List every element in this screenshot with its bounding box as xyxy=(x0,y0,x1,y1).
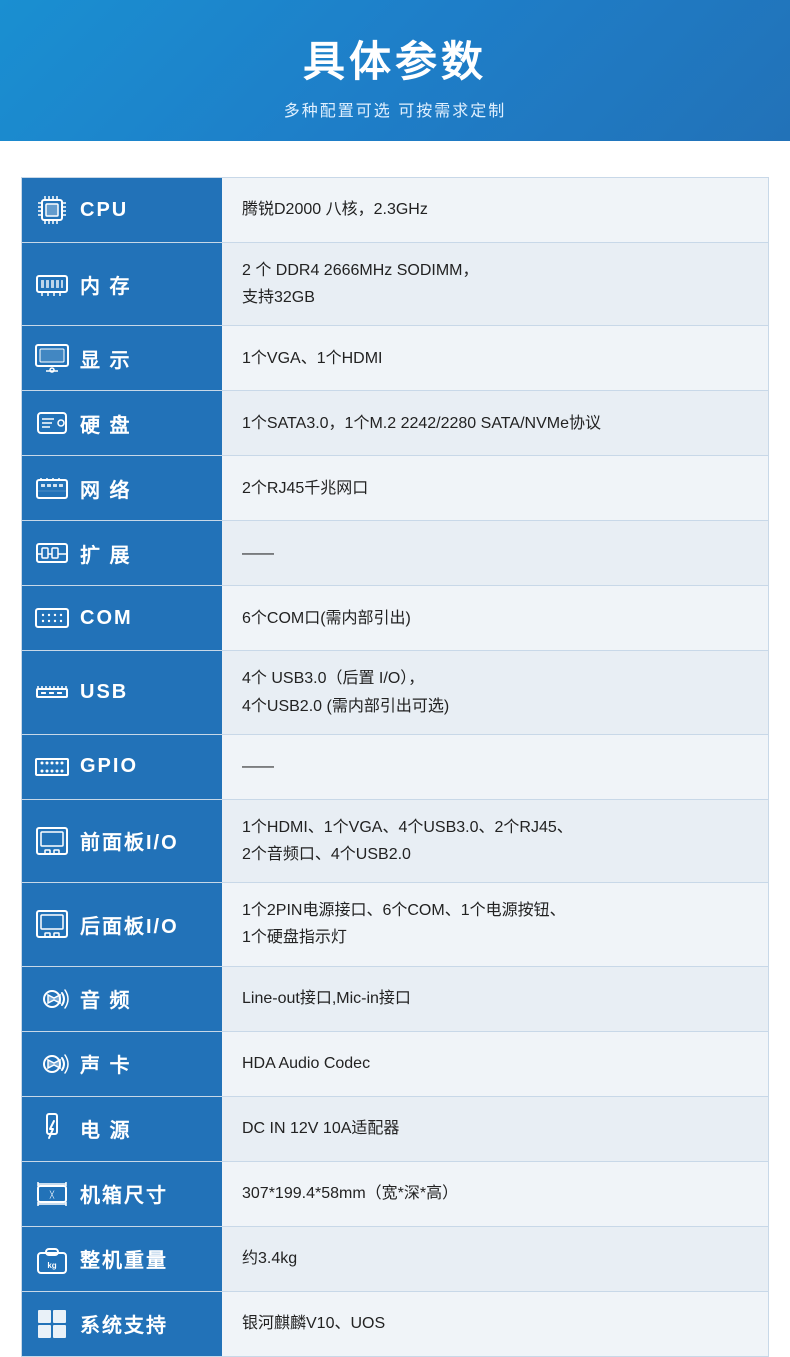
spec-row-power: 电 源 DC IN 12V 10A适配器 xyxy=(22,1097,768,1162)
spec-value-memory: 2 个 DDR4 2666MHz SODIMM，支持32GB xyxy=(222,243,768,325)
spec-label-soundcard: 声 卡 xyxy=(22,1032,222,1096)
spec-label-text-com: COM xyxy=(80,607,133,630)
spec-label-text-power: 电 源 xyxy=(80,1114,132,1143)
spec-label-display: 显 示 xyxy=(22,326,222,390)
display-icon xyxy=(32,338,72,378)
reario-icon xyxy=(32,904,72,944)
spec-value-gpio: —— xyxy=(222,735,768,799)
spec-row-usb: USB 4个 USB3.0（后置 I/O），4个USB2.0 (需内部引出可选) xyxy=(22,651,768,734)
spec-value-cpu: 腾锐D2000 八核，2.3GHz xyxy=(222,178,768,242)
spec-label-text-usb: USB xyxy=(80,681,128,704)
spec-value-network: 2个RJ45千兆网口 xyxy=(222,456,768,520)
spec-row-size: ╳ 机箱尺寸307*199.4*58mm（宽*深*高） xyxy=(22,1162,768,1227)
spec-label-text-hdd: 硬 盘 xyxy=(80,409,132,438)
spec-label-text-expansion: 扩 展 xyxy=(80,539,132,568)
power-icon xyxy=(32,1109,72,1149)
spec-value-expansion: —— xyxy=(222,521,768,585)
page-header: 具体参数 多种配置可选 可按需求定制 xyxy=(0,0,790,141)
spec-label-text-soundcard: 声 卡 xyxy=(80,1049,132,1078)
audio-icon xyxy=(32,979,72,1019)
spec-value-audio: Line-out接口,Mic-in接口 xyxy=(222,967,768,1031)
spec-label-frontio: 前面板I/O xyxy=(22,800,222,882)
spec-row-com: COM 6个COM口(需内部引出) xyxy=(22,586,768,651)
weight-icon: kg xyxy=(32,1239,72,1279)
spec-row-memory: 内 存 2 个 DDR4 2666MHz SODIMM，支持32GB xyxy=(22,243,768,326)
os-icon xyxy=(32,1304,72,1344)
spec-label-size: ╳ 机箱尺寸 xyxy=(22,1162,222,1226)
frontio-icon xyxy=(32,821,72,861)
spec-row-reario: 后面板I/O 1个2PIN电源接口、6个COM、1个电源按钮、1个硬盘指示灯 xyxy=(22,883,768,966)
spec-value-os: 银河麒麟V10、UOS xyxy=(222,1292,768,1356)
spec-label-text-frontio: 前面板I/O xyxy=(80,826,179,855)
spec-value-soundcard: HDA Audio Codec xyxy=(222,1032,768,1096)
spec-value-display: 1个VGA、1个HDMI xyxy=(222,326,768,390)
com-icon xyxy=(32,598,72,638)
spec-row-os: 系统支持 银河麒麟V10、UOS xyxy=(22,1292,768,1356)
page-subtitle: 多种配置可选 可按需求定制 xyxy=(20,97,770,121)
spec-row-display: 显 示 1个VGA、1个HDMI xyxy=(22,326,768,391)
spec-label-power: 电 源 xyxy=(22,1097,222,1161)
spec-label-weight: kg 整机重量 xyxy=(22,1227,222,1291)
spec-label-usb: USB xyxy=(22,651,222,733)
spec-label-expansion: 扩 展 xyxy=(22,521,222,585)
spec-value-com: 6个COM口(需内部引出) xyxy=(222,586,768,650)
cpu-icon xyxy=(32,190,72,230)
spec-label-text-display: 显 示 xyxy=(80,344,132,373)
spec-value-power: DC IN 12V 10A适配器 xyxy=(222,1097,768,1161)
svg-text:╳: ╳ xyxy=(49,1190,55,1199)
spec-row-cpu: CPU 腾锐D2000 八核，2.3GHz xyxy=(22,178,768,243)
soundcard-icon xyxy=(32,1044,72,1084)
spec-row-hdd: 硬 盘 1个SATA3.0，1个M.2 2242/2280 SATA/NVMe协议 xyxy=(22,391,768,456)
memory-icon xyxy=(32,264,72,304)
hdd-icon xyxy=(32,403,72,443)
spec-label-text-weight: 整机重量 xyxy=(80,1244,168,1273)
spec-label-text-os: 系统支持 xyxy=(80,1309,168,1338)
spec-label-text-memory: 内 存 xyxy=(80,270,132,299)
network-icon xyxy=(32,468,72,508)
spec-label-audio: 音 频 xyxy=(22,967,222,1031)
spec-label-os: 系统支持 xyxy=(22,1292,222,1356)
spec-label-text-size: 机箱尺寸 xyxy=(80,1179,168,1208)
spec-label-text-network: 网 络 xyxy=(80,474,132,503)
spec-row-network: 网 络 2个RJ45千兆网口 xyxy=(22,456,768,521)
spec-value-hdd: 1个SATA3.0，1个M.2 2242/2280 SATA/NVMe协议 xyxy=(222,391,768,455)
spec-label-hdd: 硬 盘 xyxy=(22,391,222,455)
spec-label-memory: 内 存 xyxy=(22,243,222,325)
svg-text:kg: kg xyxy=(47,1261,56,1270)
spec-label-network: 网 络 xyxy=(22,456,222,520)
spec-label-text-audio: 音 频 xyxy=(80,984,132,1013)
gpio-icon xyxy=(32,747,72,787)
gap-spacer xyxy=(0,141,790,177)
spec-label-reario: 后面板I/O xyxy=(22,883,222,965)
page-title: 具体参数 xyxy=(20,28,770,89)
spec-row-gpio: GPIO —— xyxy=(22,735,768,800)
spec-value-size: 307*199.4*58mm（宽*深*高） xyxy=(222,1162,768,1226)
spec-value-frontio: 1个HDMI、1个VGA、4个USB3.0、2个RJ45、2个音频口、4个USB… xyxy=(222,800,768,882)
spec-value-weight: 约3.4kg xyxy=(222,1227,768,1291)
spec-label-cpu: CPU xyxy=(22,178,222,242)
spec-row-frontio: 前面板I/O 1个HDMI、1个VGA、4个USB3.0、2个RJ45、2个音频口… xyxy=(22,800,768,883)
spec-value-usb: 4个 USB3.0（后置 I/O），4个USB2.0 (需内部引出可选) xyxy=(222,651,768,733)
spec-value-reario: 1个2PIN电源接口、6个COM、1个电源按钮、1个硬盘指示灯 xyxy=(222,883,768,965)
size-icon: ╳ xyxy=(32,1174,72,1214)
spec-label-text-reario: 后面板I/O xyxy=(80,910,179,939)
spec-label-com: COM xyxy=(22,586,222,650)
spec-row-soundcard: 声 卡 HDA Audio Codec xyxy=(22,1032,768,1097)
expansion-icon xyxy=(32,533,72,573)
usb-icon xyxy=(32,673,72,713)
spec-table: CPU 腾锐D2000 八核，2.3GHz 内 存 2 个 DDR4 2666MHz… xyxy=(21,177,769,1357)
spec-label-text-cpu: CPU xyxy=(80,199,128,222)
spec-row-expansion: 扩 展 —— xyxy=(22,521,768,586)
spec-row-audio: 音 频 Line-out接口,Mic-in接口 xyxy=(22,967,768,1032)
spec-label-text-gpio: GPIO xyxy=(80,755,138,778)
spec-row-weight: kg 整机重量约3.4kg xyxy=(22,1227,768,1292)
spec-label-gpio: GPIO xyxy=(22,735,222,799)
